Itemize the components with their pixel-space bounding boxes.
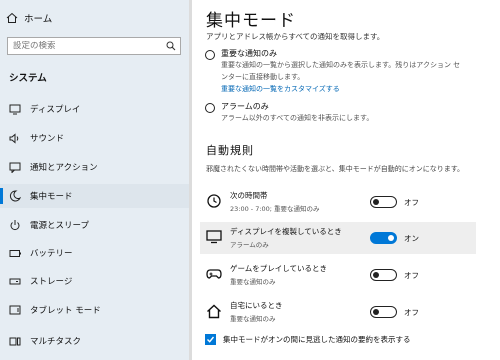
sidebar-item-multitasking[interactable]: マルチタスク xyxy=(0,329,189,353)
automatic-rules-description: 邪魔されたくない時間帯や活動を選ぶと、集中モードが自動的にオンになります。 xyxy=(206,165,465,173)
automatic-rules-heading: 自動規則 xyxy=(206,144,254,157)
rule-row-playing-game[interactable]: ゲームをプレイしているとき 重要な通知のみ オフ xyxy=(200,259,476,291)
notification-icon xyxy=(8,162,22,173)
rule-row-time[interactable]: 次の時間帯 23:00 - 7:00; 重要な通知のみ オフ xyxy=(200,186,476,218)
house-icon xyxy=(206,303,222,319)
option-description-line: 重要な通知の一覧から選択した通知のみを表示します。残りはアクション セ xyxy=(221,61,461,69)
rule-row-at-home[interactable]: 自宅にいるとき 重要な通知のみ オフ xyxy=(200,296,476,328)
storage-icon xyxy=(8,277,22,286)
summary-checkbox[interactable] xyxy=(205,334,216,345)
sidebar-item-display[interactable]: ディスプレイ xyxy=(0,97,189,121)
search-icon[interactable] xyxy=(162,41,180,51)
sidebar-item-power[interactable]: 電源とスリープ xyxy=(0,213,189,237)
sidebar-item-label: タブレット モード xyxy=(30,306,101,316)
gamepad-icon xyxy=(206,266,222,282)
option-title: アラームのみ xyxy=(221,102,269,111)
option-description-line: アラーム以外のすべての通知を非表示にします。 xyxy=(221,114,374,122)
option-alarms-only[interactable]: アラームのみ アラーム以外のすべての通知を非表示にします。 xyxy=(205,101,373,124)
sidebar-item-label: 集中モード xyxy=(30,192,73,202)
summary-checkbox-label: 集中モードがオンの間に見逃した通知の要約を表示する xyxy=(223,335,411,344)
rule-detail: 重要な通知のみ xyxy=(230,278,276,286)
section-title: システム xyxy=(9,73,47,84)
rule-toggle[interactable] xyxy=(370,269,397,281)
customize-priority-list-link[interactable]: 重要な通知の一覧をカスタマイズする xyxy=(221,84,460,94)
sidebar-item-sound[interactable]: サウンド xyxy=(0,126,189,150)
power-icon xyxy=(8,219,22,231)
battery-icon xyxy=(8,249,22,258)
home-link[interactable]: ホーム xyxy=(6,8,52,28)
radio-button[interactable] xyxy=(205,103,215,113)
sidebar-item-label: ストレージ xyxy=(30,277,73,287)
tablet-icon xyxy=(8,305,22,316)
moon-icon xyxy=(8,190,22,202)
sidebar-item-battery[interactable]: バッテリー xyxy=(0,241,189,265)
sidebar-item-label: ディスプレイ xyxy=(30,105,81,115)
main-content: 集中モード アプリとアドレス帳からすべての通知を取得します。 重要な通知のみ 重… xyxy=(192,0,500,360)
clock-icon xyxy=(206,193,222,209)
sidebar-item-label: 電源とスリープ xyxy=(30,221,89,231)
display-icon xyxy=(8,104,22,115)
sidebar-item-storage[interactable]: ストレージ xyxy=(0,269,189,293)
search-input[interactable] xyxy=(8,41,162,51)
sidebar-item-notifications[interactable]: 通知とアクション xyxy=(0,155,189,179)
page-title: 集中モード xyxy=(206,11,296,31)
page-subtitle: アプリとアドレス帳からすべての通知を取得します。 xyxy=(206,32,385,41)
rule-detail: アラームのみ xyxy=(230,241,269,249)
sidebar-item-label: バッテリー xyxy=(30,249,73,259)
rule-detail: 23:00 - 7:00; 重要な通知のみ xyxy=(230,205,320,213)
rule-toggle[interactable] xyxy=(370,196,397,208)
sidebar-item-tablet-mode[interactable]: タブレット モード xyxy=(0,298,189,322)
settings-search-box[interactable] xyxy=(7,37,181,55)
toggle-state-label: オフ xyxy=(404,198,419,207)
checkmark-icon xyxy=(207,336,215,343)
sidebar-item-label: 通知とアクション xyxy=(30,163,98,173)
rule-name: ゲームをプレイしているとき xyxy=(230,264,328,273)
option-title: 重要な通知のみ xyxy=(221,49,277,58)
home-icon xyxy=(6,12,18,23)
toggle-state-label: オン xyxy=(404,234,419,243)
radio-button[interactable] xyxy=(205,50,215,60)
rule-detail: 重要な通知のみ xyxy=(230,315,276,323)
rule-row-duplicating-display[interactable]: ディスプレイを複製しているとき アラームのみ オン xyxy=(200,222,476,254)
rule-toggle[interactable] xyxy=(370,232,397,244)
rule-toggle[interactable] xyxy=(370,306,397,318)
summary-checkbox-row[interactable]: 集中モードがオンの間に見逃した通知の要約を表示する xyxy=(205,334,411,345)
toggle-state-label: オフ xyxy=(404,271,419,280)
monitor-icon xyxy=(206,229,222,245)
option-priority-only[interactable]: 重要な通知のみ 重要な通知の一覧から選択した通知のみを表示します。残りはアクショ… xyxy=(205,48,460,94)
multitask-icon xyxy=(8,336,22,347)
home-label: ホーム xyxy=(24,14,53,25)
sidebar-item-focus-assist[interactable]: 集中モード xyxy=(0,184,189,208)
rule-name: 次の時間帯 xyxy=(230,191,268,200)
speaker-icon xyxy=(8,132,22,144)
rule-name: ディスプレイを複製しているとき xyxy=(230,227,342,236)
sidebar-item-label: マルチタスク xyxy=(30,337,82,347)
toggle-state-label: オフ xyxy=(404,308,419,317)
sidebar: ホーム システム ディスプレイ サウンド 通知とアクション 集中モード 電源とス… xyxy=(0,0,189,360)
sidebar-item-label: サウンド xyxy=(30,134,65,144)
option-description-line: ンターに直接移動します。 xyxy=(221,73,305,81)
rule-name: 自宅にいるとき xyxy=(230,301,283,310)
